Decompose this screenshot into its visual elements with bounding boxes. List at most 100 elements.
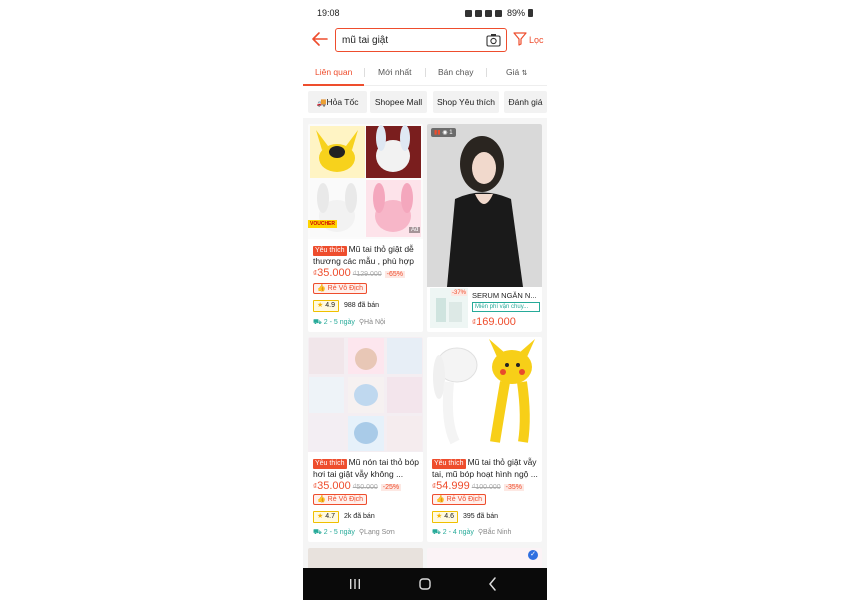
- tab-divider: [364, 68, 365, 77]
- chip-express-label: Hỏa Tốc: [326, 97, 359, 107]
- location-text: Lạng Sơn: [364, 529, 395, 536]
- eye-icon: ◉: [442, 130, 448, 136]
- location-text: Hà Nội: [364, 319, 386, 326]
- rating-value: 4.6: [444, 513, 454, 520]
- price-value: 35.000: [317, 480, 351, 492]
- price-value: 54.999: [436, 480, 470, 492]
- battery-percent: 89%: [506, 8, 525, 18]
- verified-icon: ✓: [528, 550, 538, 560]
- star-icon: ★: [317, 302, 324, 309]
- product-image: [427, 124, 542, 287]
- rating-row: ★ 4.6 395 đã bán: [432, 511, 498, 523]
- discount-badge: -65%: [384, 271, 406, 278]
- voucher-label: VOUCHER: [308, 220, 338, 228]
- price-value: 35.000: [317, 267, 351, 279]
- best-price-label: Rẻ Vô Địch: [446, 496, 483, 503]
- discount-badge: -25%: [380, 484, 402, 491]
- search-box[interactable]: mũ tai giật: [335, 28, 507, 52]
- filter-label: Lọc: [529, 35, 544, 45]
- best-price-badge: 👍 Rẻ Vô Địch: [313, 494, 368, 505]
- product-card[interactable]: Yêu thích Mũ nón tai thỏ bóp hơi tai giật…: [308, 337, 423, 542]
- quick-filters: 🚚Hỏa Tốc Shopee Mall Shop Yêu thích Đánh…: [303, 86, 547, 118]
- product-grid: VOUCHER Ad Yêu thích Mũ tai thỏ giật dễ t…: [303, 118, 547, 568]
- filter-button[interactable]: Lọc: [513, 30, 547, 50]
- product-card-partial[interactable]: [308, 548, 423, 568]
- tab-divider: [425, 68, 426, 77]
- product-price: ₫54.999 ₫100.000 -35%: [432, 480, 525, 492]
- ad-label: Ad: [409, 227, 421, 233]
- delivery-truck-icon: ⛟: [432, 529, 441, 536]
- tab-price-label: Giá: [506, 67, 520, 77]
- search-input[interactable]: mũ tai giật: [342, 35, 388, 46]
- ship-time: 2 - 5 ngày: [323, 529, 355, 536]
- back-nav-icon[interactable]: [485, 576, 501, 592]
- battery-icon: [528, 9, 533, 17]
- status-icons: 89%: [464, 8, 533, 18]
- product-title: Yêu thích Mũ nón tai thỏ bóp hơi tai giật…: [313, 457, 419, 479]
- ship-time: 2 - 5 ngày: [323, 319, 355, 326]
- status-bar: 19:08 89%: [303, 0, 547, 24]
- chip-favorite-shop[interactable]: Shop Yêu thích: [433, 91, 499, 113]
- product-card[interactable]: VOUCHER Ad Yêu thích Mũ tai thỏ giật dễ t…: [308, 124, 423, 332]
- discount-badge: -35%: [503, 484, 525, 491]
- product-card[interactable]: Yêu thích Mũ tai thỏ giật vẫy tai, mũ bóp…: [427, 337, 542, 542]
- star-icon: ★: [436, 513, 443, 520]
- rating-value: 4.9: [325, 302, 335, 309]
- sold-count: 395 đã bán: [462, 513, 499, 520]
- home-icon[interactable]: [417, 576, 433, 592]
- ad-price: ₫169.000: [472, 316, 516, 328]
- phone-screen: 19:08 89% mũ tai giật Lọc Liên quan Mới …: [303, 0, 547, 600]
- best-price-label: Rẻ Vô Địch: [327, 285, 364, 292]
- chip-rating[interactable]: Đánh giá: [504, 91, 547, 113]
- best-price-badge: 👍 Rẻ Vô Địch: [313, 283, 368, 294]
- rating-box: ★ 4.6: [432, 511, 458, 523]
- tab-price[interactable]: Giá ⇅: [506, 67, 527, 77]
- camera-icon[interactable]: [486, 33, 501, 47]
- star-icon: ★: [317, 513, 324, 520]
- rating-value: 4.7: [325, 513, 335, 520]
- product-title: Yêu thích Mũ tai thỏ giật vẫy tai, mũ bóp…: [432, 457, 538, 479]
- chip-shopee-mall[interactable]: Shopee Mall: [370, 91, 427, 113]
- delivery-truck-icon: ⛟: [313, 319, 322, 326]
- price-value: 169.000: [476, 316, 516, 328]
- rating-row: ★ 4.7 2k đã bán: [313, 511, 375, 523]
- shipping-row: ⛟ 2 - 5 ngày ⚲Hà Nội: [313, 318, 385, 327]
- status-time: 19:08: [317, 8, 340, 18]
- truck-icon: 🚚: [316, 98, 327, 107]
- viewer-count: 1: [449, 130, 453, 136]
- original-price: ₫50.000: [352, 484, 378, 491]
- sold-count: 2k đã bán: [343, 513, 375, 520]
- tab-relevant[interactable]: Liên quan: [315, 67, 352, 77]
- free-shipping-tag: Miễn phí vận chuy...: [472, 302, 540, 312]
- live-icon: ▮▮: [434, 130, 441, 136]
- system-nav-bar: [303, 568, 547, 600]
- thumbs-up-icon: 👍: [317, 285, 326, 292]
- recent-apps-icon[interactable]: [347, 576, 363, 592]
- wifi-icon: [484, 9, 492, 17]
- shipping-row: ⛟ 2 - 4 ngày ⚲Bắc Ninh: [432, 528, 511, 537]
- filter-icon: [513, 32, 527, 46]
- rating-box: ★ 4.9: [313, 300, 339, 312]
- search-header: mũ tai giật Lọc: [303, 24, 547, 56]
- product-card-ad[interactable]: ▮▮ ◉ 1 -37% SERUM NGĂN N... Miễn phí vận…: [427, 124, 542, 332]
- product-image: [427, 337, 542, 452]
- mute-icon: [474, 9, 482, 17]
- best-price-label: Rẻ Vô Địch: [327, 496, 364, 503]
- product-card-partial[interactable]: ✓: [427, 548, 542, 568]
- chip-express[interactable]: 🚚Hỏa Tốc: [308, 91, 367, 113]
- tab-best-selling[interactable]: Bán chạy: [438, 67, 473, 77]
- location: ⚲Lạng Sơn: [359, 529, 395, 536]
- back-arrow-icon[interactable]: [311, 30, 329, 48]
- best-price-badge: 👍 Rẻ Vô Địch: [432, 494, 487, 505]
- thumbs-up-icon: 👍: [317, 496, 326, 503]
- sort-arrows-icon: ⇅: [521, 70, 528, 77]
- favorite-badge: Yêu thích: [313, 459, 347, 469]
- live-badge: ▮▮ ◉ 1: [431, 128, 456, 137]
- rating-row: ★ 4.9 988 đã bán: [313, 300, 379, 312]
- tab-divider: [486, 68, 487, 77]
- shipping-row: ⛟ 2 - 5 ngày ⚲Lạng Sơn: [313, 528, 395, 537]
- serum-title: SERUM NGĂN N...: [472, 291, 537, 300]
- location-text: Bắc Ninh: [483, 529, 512, 536]
- tab-newest[interactable]: Mới nhất: [378, 67, 411, 77]
- original-price: ₫100.000: [471, 484, 501, 491]
